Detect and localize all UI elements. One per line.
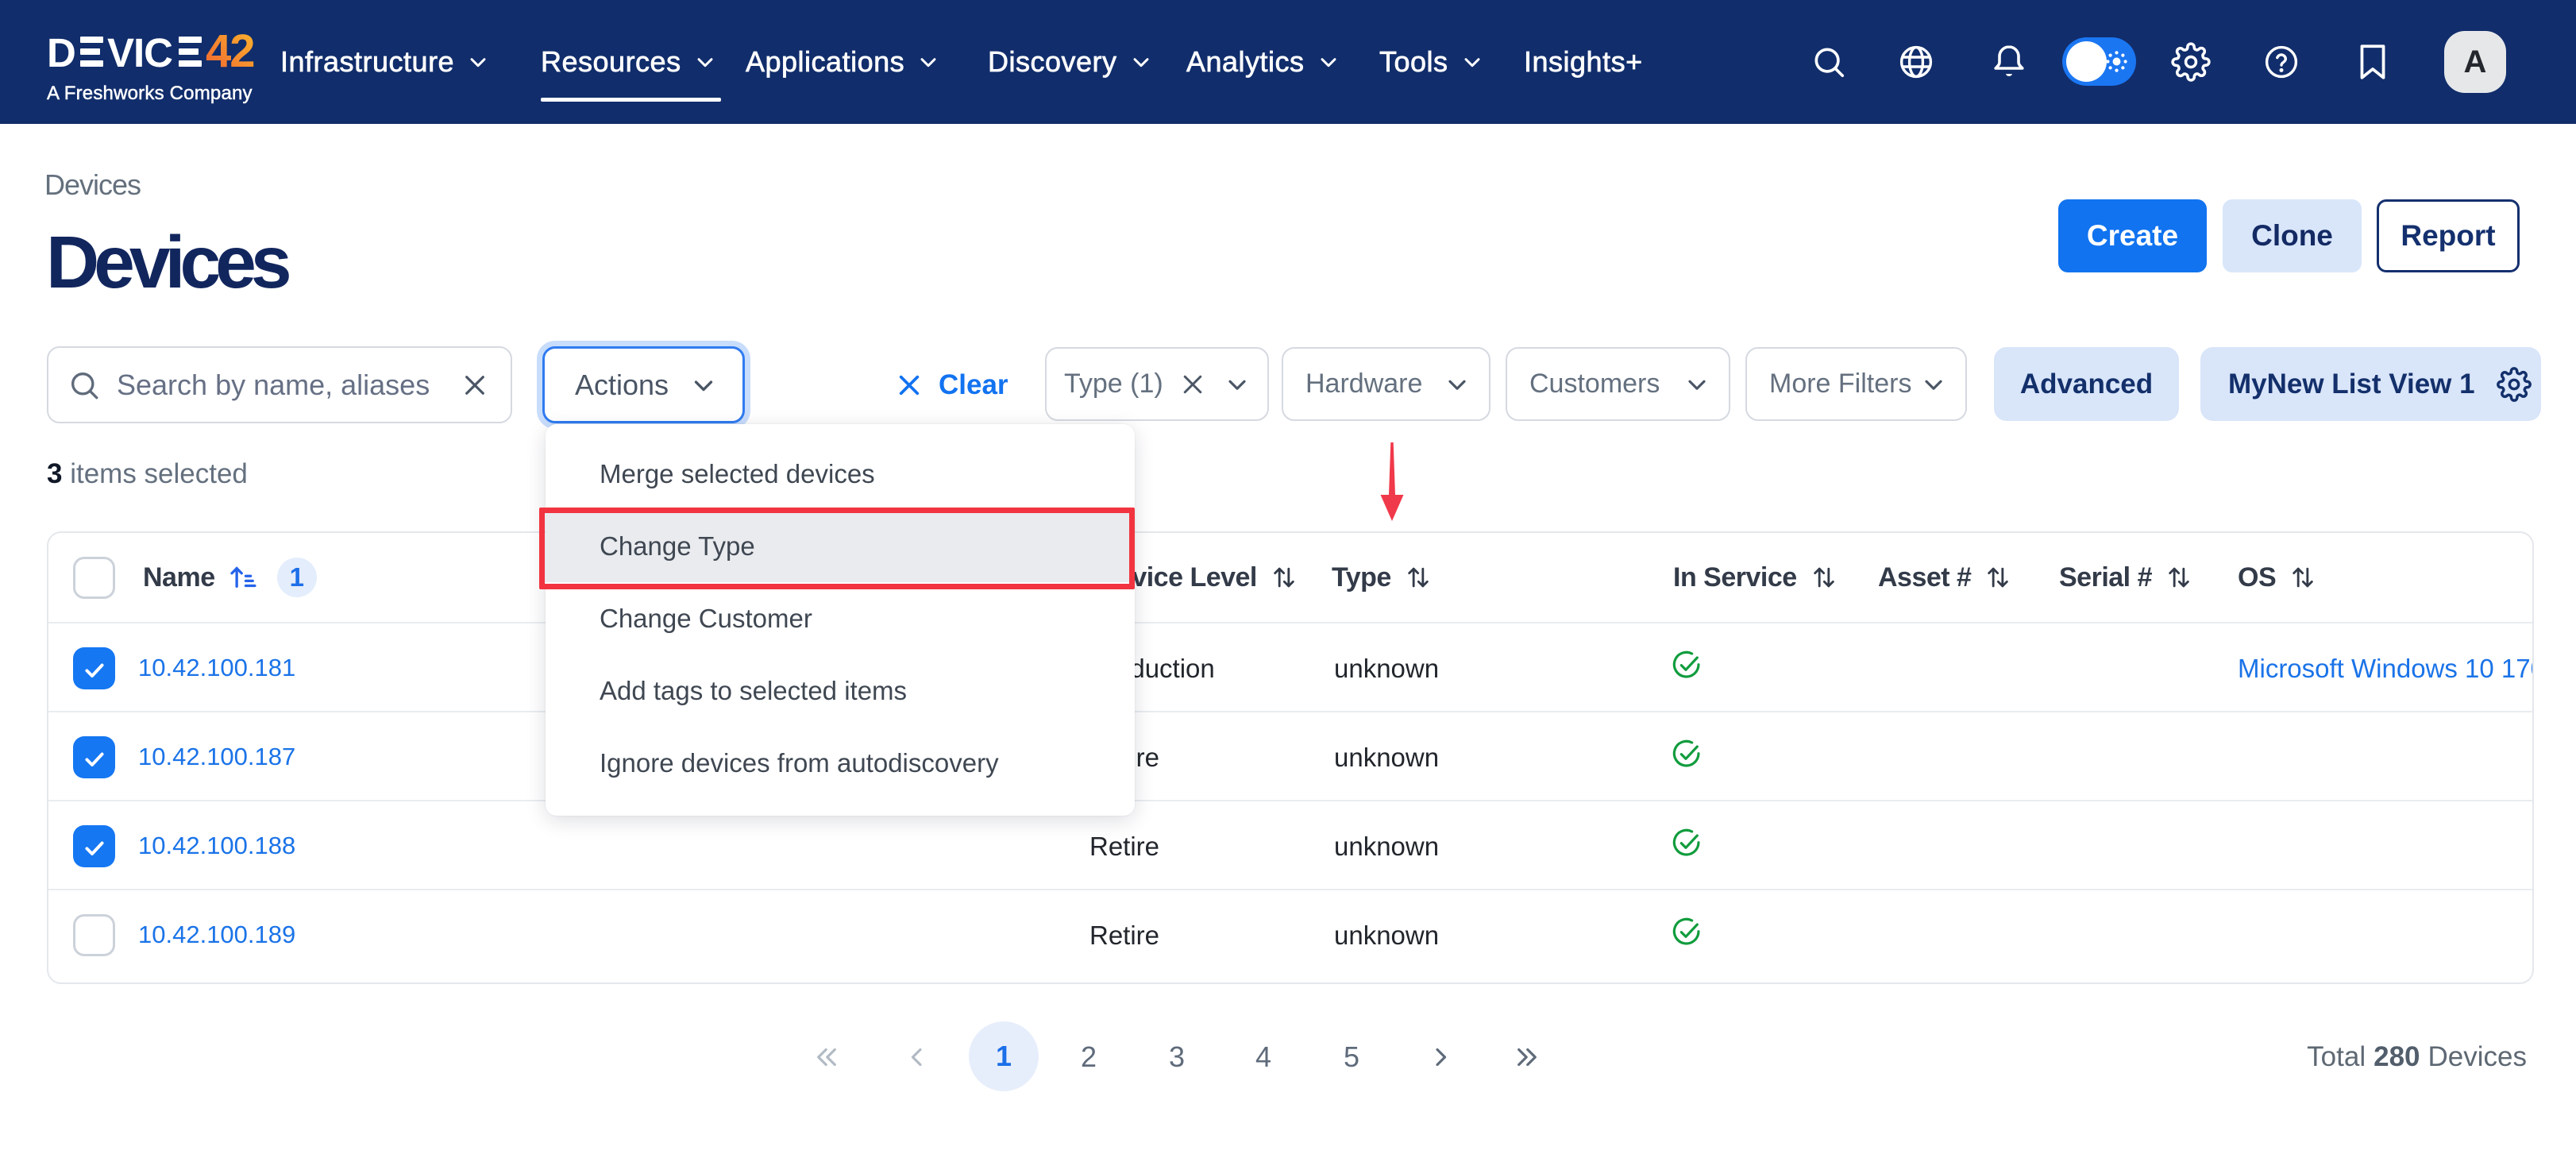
svg-text:42: 42 [206, 33, 254, 71]
svg-text:VIC: VIC [107, 33, 172, 71]
svg-text:D: D [47, 33, 76, 71]
